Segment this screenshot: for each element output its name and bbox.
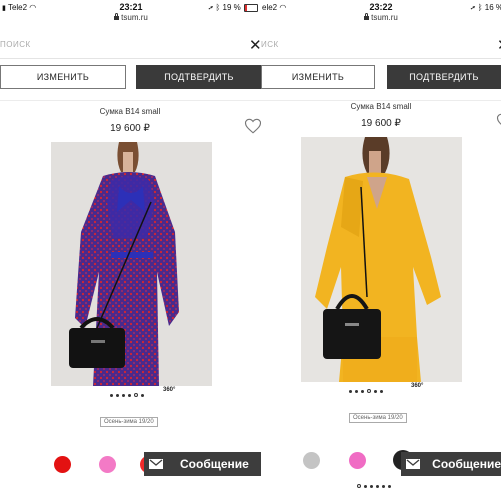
heart-icon[interactable] — [244, 117, 262, 135]
page-dot[interactable] — [116, 393, 119, 397]
status-bar: ele2 ◠ 23:22 tsum.ru ➚ ᛒ 16 % — [261, 0, 501, 26]
status-right: ➚ ᛒ 16 % — [471, 3, 501, 12]
view-360-icon[interactable]: 360° — [163, 387, 175, 393]
page-dot[interactable] — [141, 393, 144, 397]
location-icon: ➚ — [208, 3, 214, 12]
url-bar[interactable]: tsum.ru — [261, 13, 501, 22]
mail-icon — [144, 452, 168, 476]
message-button[interactable]: Сообщение — [144, 452, 261, 476]
page-dot[interactable] — [128, 393, 131, 397]
confirm-button[interactable]: ПОДТВЕРДИТЬ — [387, 65, 501, 89]
page-dot-active[interactable] — [357, 484, 361, 488]
page-dot[interactable] — [376, 484, 379, 488]
lock-icon — [364, 13, 370, 20]
url-bar[interactable]: tsum.ru — [0, 13, 262, 22]
product-price: 19 600 ₽ — [361, 118, 401, 129]
model-photo — [51, 142, 212, 386]
season-badge: Осень-зима 19/20 — [349, 413, 407, 423]
location-icon: ➚ — [470, 3, 476, 12]
search-bar[interactable]: ИСК ✕ — [261, 34, 501, 59]
battery-percent: 16 % — [484, 3, 501, 12]
message-label: Сообщение — [180, 457, 249, 471]
message-label: Сообщение — [432, 457, 501, 471]
color-swatch-pink[interactable] — [99, 456, 116, 473]
page-dot[interactable] — [361, 389, 364, 393]
close-icon[interactable]: ✕ — [497, 36, 501, 54]
product-name[interactable]: Сумка B14 small — [60, 107, 200, 116]
change-button[interactable]: ИЗМЕНИТЬ — [0, 65, 126, 89]
message-button[interactable]: Сообщение — [401, 452, 501, 476]
page-dot[interactable] — [110, 393, 113, 397]
product-price: 19 600 ₽ — [110, 123, 150, 134]
page-dot[interactable] — [380, 389, 383, 393]
confirm-button[interactable]: ПОДТВЕРДИТЬ — [136, 65, 262, 89]
page-dot[interactable] — [374, 389, 377, 393]
product-image[interactable] — [301, 137, 462, 382]
view-360-icon[interactable]: 360° — [411, 383, 423, 389]
battery-icon — [244, 3, 258, 12]
product-image[interactable] — [51, 142, 212, 386]
page-dot-active[interactable] — [134, 393, 138, 397]
page-indicator[interactable] — [357, 483, 391, 489]
right-screenshot: ele2 ◠ 23:22 tsum.ru ➚ ᛒ 16 % ИСК ✕ ИЗМЕ… — [261, 0, 501, 500]
left-screenshot: ▮ Tele2 ◠ 23:21 tsum.ru ➚ ᛒ 19 % ПОИСК ✕… — [0, 0, 262, 500]
divider — [0, 100, 262, 101]
page-dot[interactable] — [355, 389, 358, 393]
season-badge: Осень-зима 19/20 — [100, 417, 158, 427]
close-icon[interactable]: ✕ — [249, 36, 262, 54]
battery-percent: 19 % — [222, 3, 241, 12]
page-dot[interactable] — [388, 484, 391, 488]
image-pagination[interactable] — [110, 392, 144, 398]
search-bar[interactable]: ПОИСК ✕ — [0, 34, 262, 59]
page-dot-active[interactable] — [367, 389, 371, 393]
bluetooth-icon: ᛒ — [215, 3, 221, 12]
search-input[interactable]: ИСК — [261, 40, 279, 49]
heart-icon[interactable] — [496, 112, 501, 130]
page-dot[interactable] — [349, 389, 352, 393]
mail-icon — [401, 452, 424, 476]
page-dot[interactable] — [364, 484, 367, 488]
bluetooth-icon: ᛒ — [477, 3, 483, 12]
model-photo — [301, 137, 462, 382]
color-swatch-red[interactable] — [54, 456, 71, 473]
page-dot[interactable] — [370, 484, 373, 488]
divider — [261, 100, 501, 101]
image-pagination[interactable] — [349, 388, 383, 394]
change-button[interactable]: ИЗМЕНИТЬ — [261, 65, 375, 89]
status-bar: ▮ Tele2 ◠ 23:21 tsum.ru ➚ ᛒ 19 % — [0, 0, 262, 26]
color-swatch-pink[interactable] — [349, 452, 366, 469]
page-dot[interactable] — [122, 393, 125, 397]
product-name[interactable]: Сумка B14 small — [311, 102, 451, 111]
color-swatch-gray[interactable] — [303, 452, 320, 469]
clock: 23:22 — [369, 2, 393, 12]
lock-icon — [114, 13, 120, 20]
search-input[interactable]: ПОИСК — [0, 40, 31, 49]
status-right: ➚ ᛒ 19 % — [208, 3, 258, 12]
page-dot[interactable] — [382, 484, 385, 488]
